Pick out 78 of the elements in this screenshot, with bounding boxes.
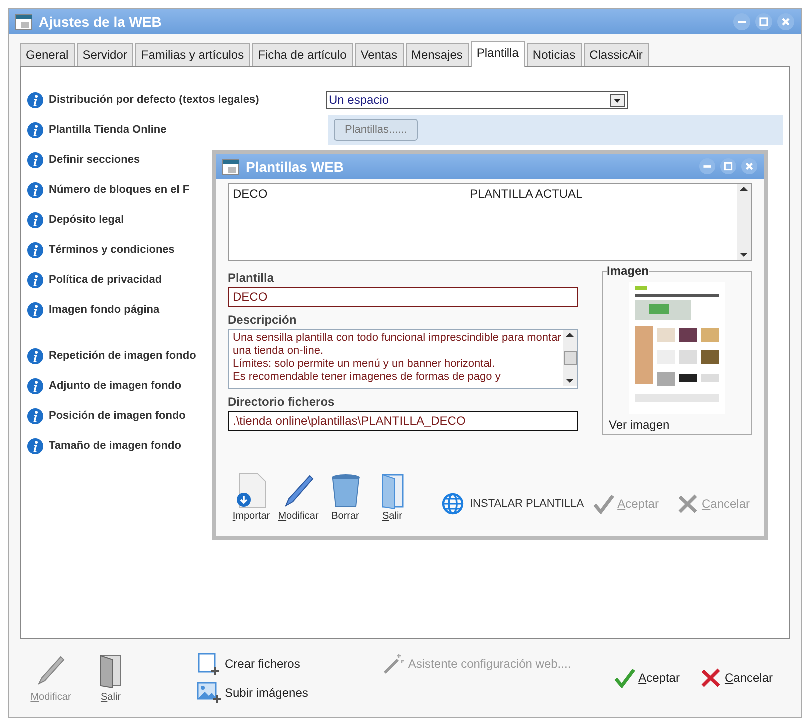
- field-label: Descripción: [228, 313, 298, 327]
- info-icon: [27, 378, 44, 394]
- pen-icon[interactable]: [36, 654, 66, 688]
- tab[interactable]: Ficha de artículo: [252, 43, 353, 66]
- info-icon: [27, 438, 44, 454]
- directory-field[interactable]: .\tienda online\plantillas\PLANTILLA_DECO: [228, 411, 578, 431]
- info-icon: [27, 212, 44, 228]
- checkmark-icon: [592, 494, 615, 514]
- setting-label: Política de privacidad: [49, 274, 162, 286]
- tab[interactable]: Servidor: [76, 43, 134, 66]
- toolbar-label[interactable]: Importar: [232, 511, 270, 522]
- minimize-icon[interactable]: [699, 158, 716, 175]
- setting-label: Plantilla Tienda Online: [49, 124, 167, 136]
- dialog-title: Plantillas WEB: [246, 158, 346, 174]
- info-icon: [27, 182, 44, 198]
- field-label: Directorio ficheros: [228, 395, 336, 409]
- action-link[interactable]: Crear ficheros: [225, 657, 300, 671]
- setting-label: Tamaño de imagen fondo: [49, 440, 182, 452]
- list-cell[interactable]: PLANTILLA ACTUAL: [470, 187, 583, 201]
- toolbar-label[interactable]: Salir: [100, 692, 121, 702]
- maximize-icon[interactable]: [755, 12, 773, 30]
- setting-label: Posición de imagen fondo: [49, 410, 186, 422]
- setting-label: Número de bloques en el F: [49, 184, 190, 196]
- window-title: Ajustes de la WEB: [39, 14, 163, 30]
- toolbar-label[interactable]: Modificar: [278, 511, 319, 522]
- info-icon: [27, 348, 44, 364]
- tab[interactable]: Mensajes: [406, 43, 469, 66]
- setting-label: Adjunto de imagen fondo: [49, 380, 182, 392]
- info-icon: [27, 122, 44, 138]
- toolbar-label[interactable]: Borrar: [332, 511, 360, 522]
- cancel-button[interactable]: Cancelar: [698, 666, 775, 690]
- toolbar-label[interactable]: Salir: [382, 511, 402, 522]
- info-icon: [27, 302, 44, 318]
- pen-icon[interactable]: [282, 473, 314, 509]
- cross-icon: [676, 494, 699, 514]
- image-icon[interactable]: [197, 682, 221, 704]
- tab[interactable]: Plantilla: [470, 41, 525, 67]
- view-image-link[interactable]: Ver imagen: [609, 418, 670, 432]
- info-icon: [27, 152, 44, 168]
- checkmark-icon: [614, 668, 636, 688]
- calendar-icon: [15, 12, 33, 30]
- template-field[interactable]: DECO: [228, 287, 578, 307]
- tab[interactable]: Familias y artículos: [135, 43, 250, 66]
- field-label: Plantilla: [228, 271, 276, 285]
- setting-label: Distribución por defecto (textos legales): [49, 94, 260, 106]
- description-field[interactable]: Una sensilla plantilla con todo funcional imprescindible para montar una tienda on-line. Límites: solo permite un menú y un banner horizontal. Es recomendable tener imagenes de formas de pago y: [228, 329, 578, 389]
- tab[interactable]: Noticias: [526, 43, 582, 66]
- accept-button[interactable]: Aceptar: [612, 666, 682, 690]
- setting-label: Términos y condiciones: [49, 244, 175, 256]
- new-file-icon[interactable]: [197, 652, 221, 676]
- globe-icon: [442, 493, 464, 515]
- cross-icon: [700, 668, 722, 688]
- minimize-icon[interactable]: [733, 12, 751, 30]
- import-file-icon[interactable]: [236, 473, 268, 509]
- info-icon: [27, 242, 44, 258]
- info-icon: [27, 92, 44, 108]
- setting-label: Repetición de imagen fondo: [49, 350, 196, 362]
- info-icon: [27, 272, 44, 288]
- info-icon: [27, 408, 44, 424]
- scrollbar[interactable]: [737, 184, 751, 260]
- tab[interactable]: Ventas: [354, 43, 404, 66]
- trash-icon[interactable]: [330, 473, 362, 509]
- list-cell[interactable]: DECO: [233, 187, 470, 201]
- magic-wand-icon[interactable]: [382, 653, 404, 675]
- group-title: Imagen: [607, 264, 650, 278]
- setting-label: Imagen fondo página: [49, 304, 160, 316]
- close-icon[interactable]: [741, 158, 758, 175]
- setting-label: Definir secciones: [49, 154, 140, 166]
- maximize-icon[interactable]: [720, 158, 737, 175]
- action-link[interactable]: Subir imágenes: [225, 686, 308, 700]
- dropdown[interactable]: Un espacio: [326, 91, 628, 109]
- tab[interactable]: General: [20, 43, 75, 66]
- close-icon[interactable]: [777, 12, 795, 30]
- setting-label: Depósito legal: [49, 214, 124, 226]
- calendar-icon: [222, 158, 240, 176]
- door-icon[interactable]: [98, 654, 124, 688]
- install-template-button[interactable]: INSTALAR PLANTILLA: [436, 492, 590, 516]
- tab[interactable]: ClassicAir: [584, 43, 649, 66]
